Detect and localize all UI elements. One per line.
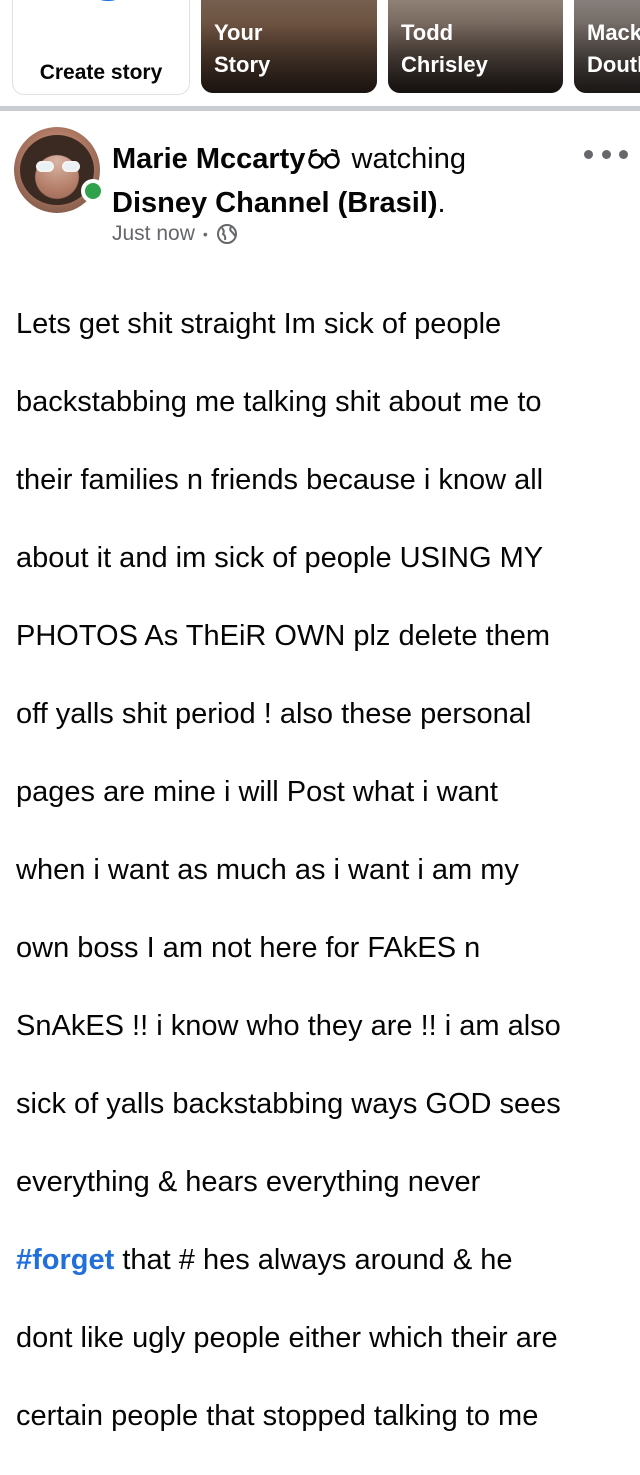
post-text-line: PHOTOS As ThEiR OWN plz delete them <box>16 620 550 652</box>
header-period: . <box>437 187 446 219</box>
meta-separator: • <box>202 226 208 242</box>
post-text-line: their families n friends because i know … <box>16 464 544 496</box>
feed-divider <box>0 106 640 111</box>
activity-page-link[interactable]: Disney Channel (Brasil) <box>112 187 438 219</box>
stories-tray: Create story Your Story Todd Chrisley Ma… <box>0 0 640 106</box>
story-name: Mack Doutl <box>587 20 640 77</box>
post-text-line: certain people that stopped talking to m… <box>16 1400 539 1432</box>
post-text-line: #forget that # hes always around & he <box>16 1244 513 1276</box>
post-text-line: dont like ugly people either which their… <box>16 1322 558 1354</box>
story-name: Your Story <box>214 20 271 77</box>
post-text-line: everything & hears everything never <box>16 1166 481 1198</box>
story-card-your-story[interactable]: Your Story <box>201 0 377 93</box>
post-text-line: Lets get shit straight Im sick of people <box>16 308 502 340</box>
post-text-line: pages are mine i will Post what i want <box>16 776 498 808</box>
story-name: Todd Chrisley <box>401 20 488 77</box>
post-text-line: about it and im sick of people USING MY <box>16 542 544 574</box>
create-story-card[interactable]: Create story <box>12 0 190 95</box>
post-meta: Just now • <box>112 222 238 246</box>
post-text-line: own boss I am not here for FAkES n <box>16 932 481 964</box>
post-text-line: when i want as much as i want i am my <box>16 854 519 886</box>
post-text-line: off yalls shit period ! also these perso… <box>16 698 532 730</box>
post-text-line: SnAkES !! i know who they are !! i am al… <box>16 1010 561 1042</box>
post-text-line: sick of yalls backstabbing ways GOD sees <box>16 1088 561 1120</box>
add-story-icon <box>85 0 131 1</box>
glasses-icon <box>307 140 341 182</box>
author-name[interactable]: Marie Mccarty <box>112 143 305 175</box>
more-options-icon[interactable] <box>584 140 628 168</box>
post-text-line: backstabbing me talking shit about me to <box>16 386 542 418</box>
story-card-todd-chrisley[interactable]: Todd Chrisley <box>388 0 563 93</box>
create-story-label: Create story <box>39 61 163 84</box>
hashtag-link[interactable]: #forget <box>16 1244 114 1276</box>
post-header: Marie Mccarty watching Disney Channel (B… <box>112 138 572 224</box>
post-timestamp[interactable]: Just now <box>112 222 195 246</box>
activity-text: watching <box>351 143 466 175</box>
story-card-mack[interactable]: Mack Doutl <box>574 0 640 93</box>
globe-icon[interactable] <box>216 223 238 245</box>
post-text: Lets get shit straight Im sick of people… <box>16 266 628 1475</box>
online-status-dot <box>81 179 105 203</box>
